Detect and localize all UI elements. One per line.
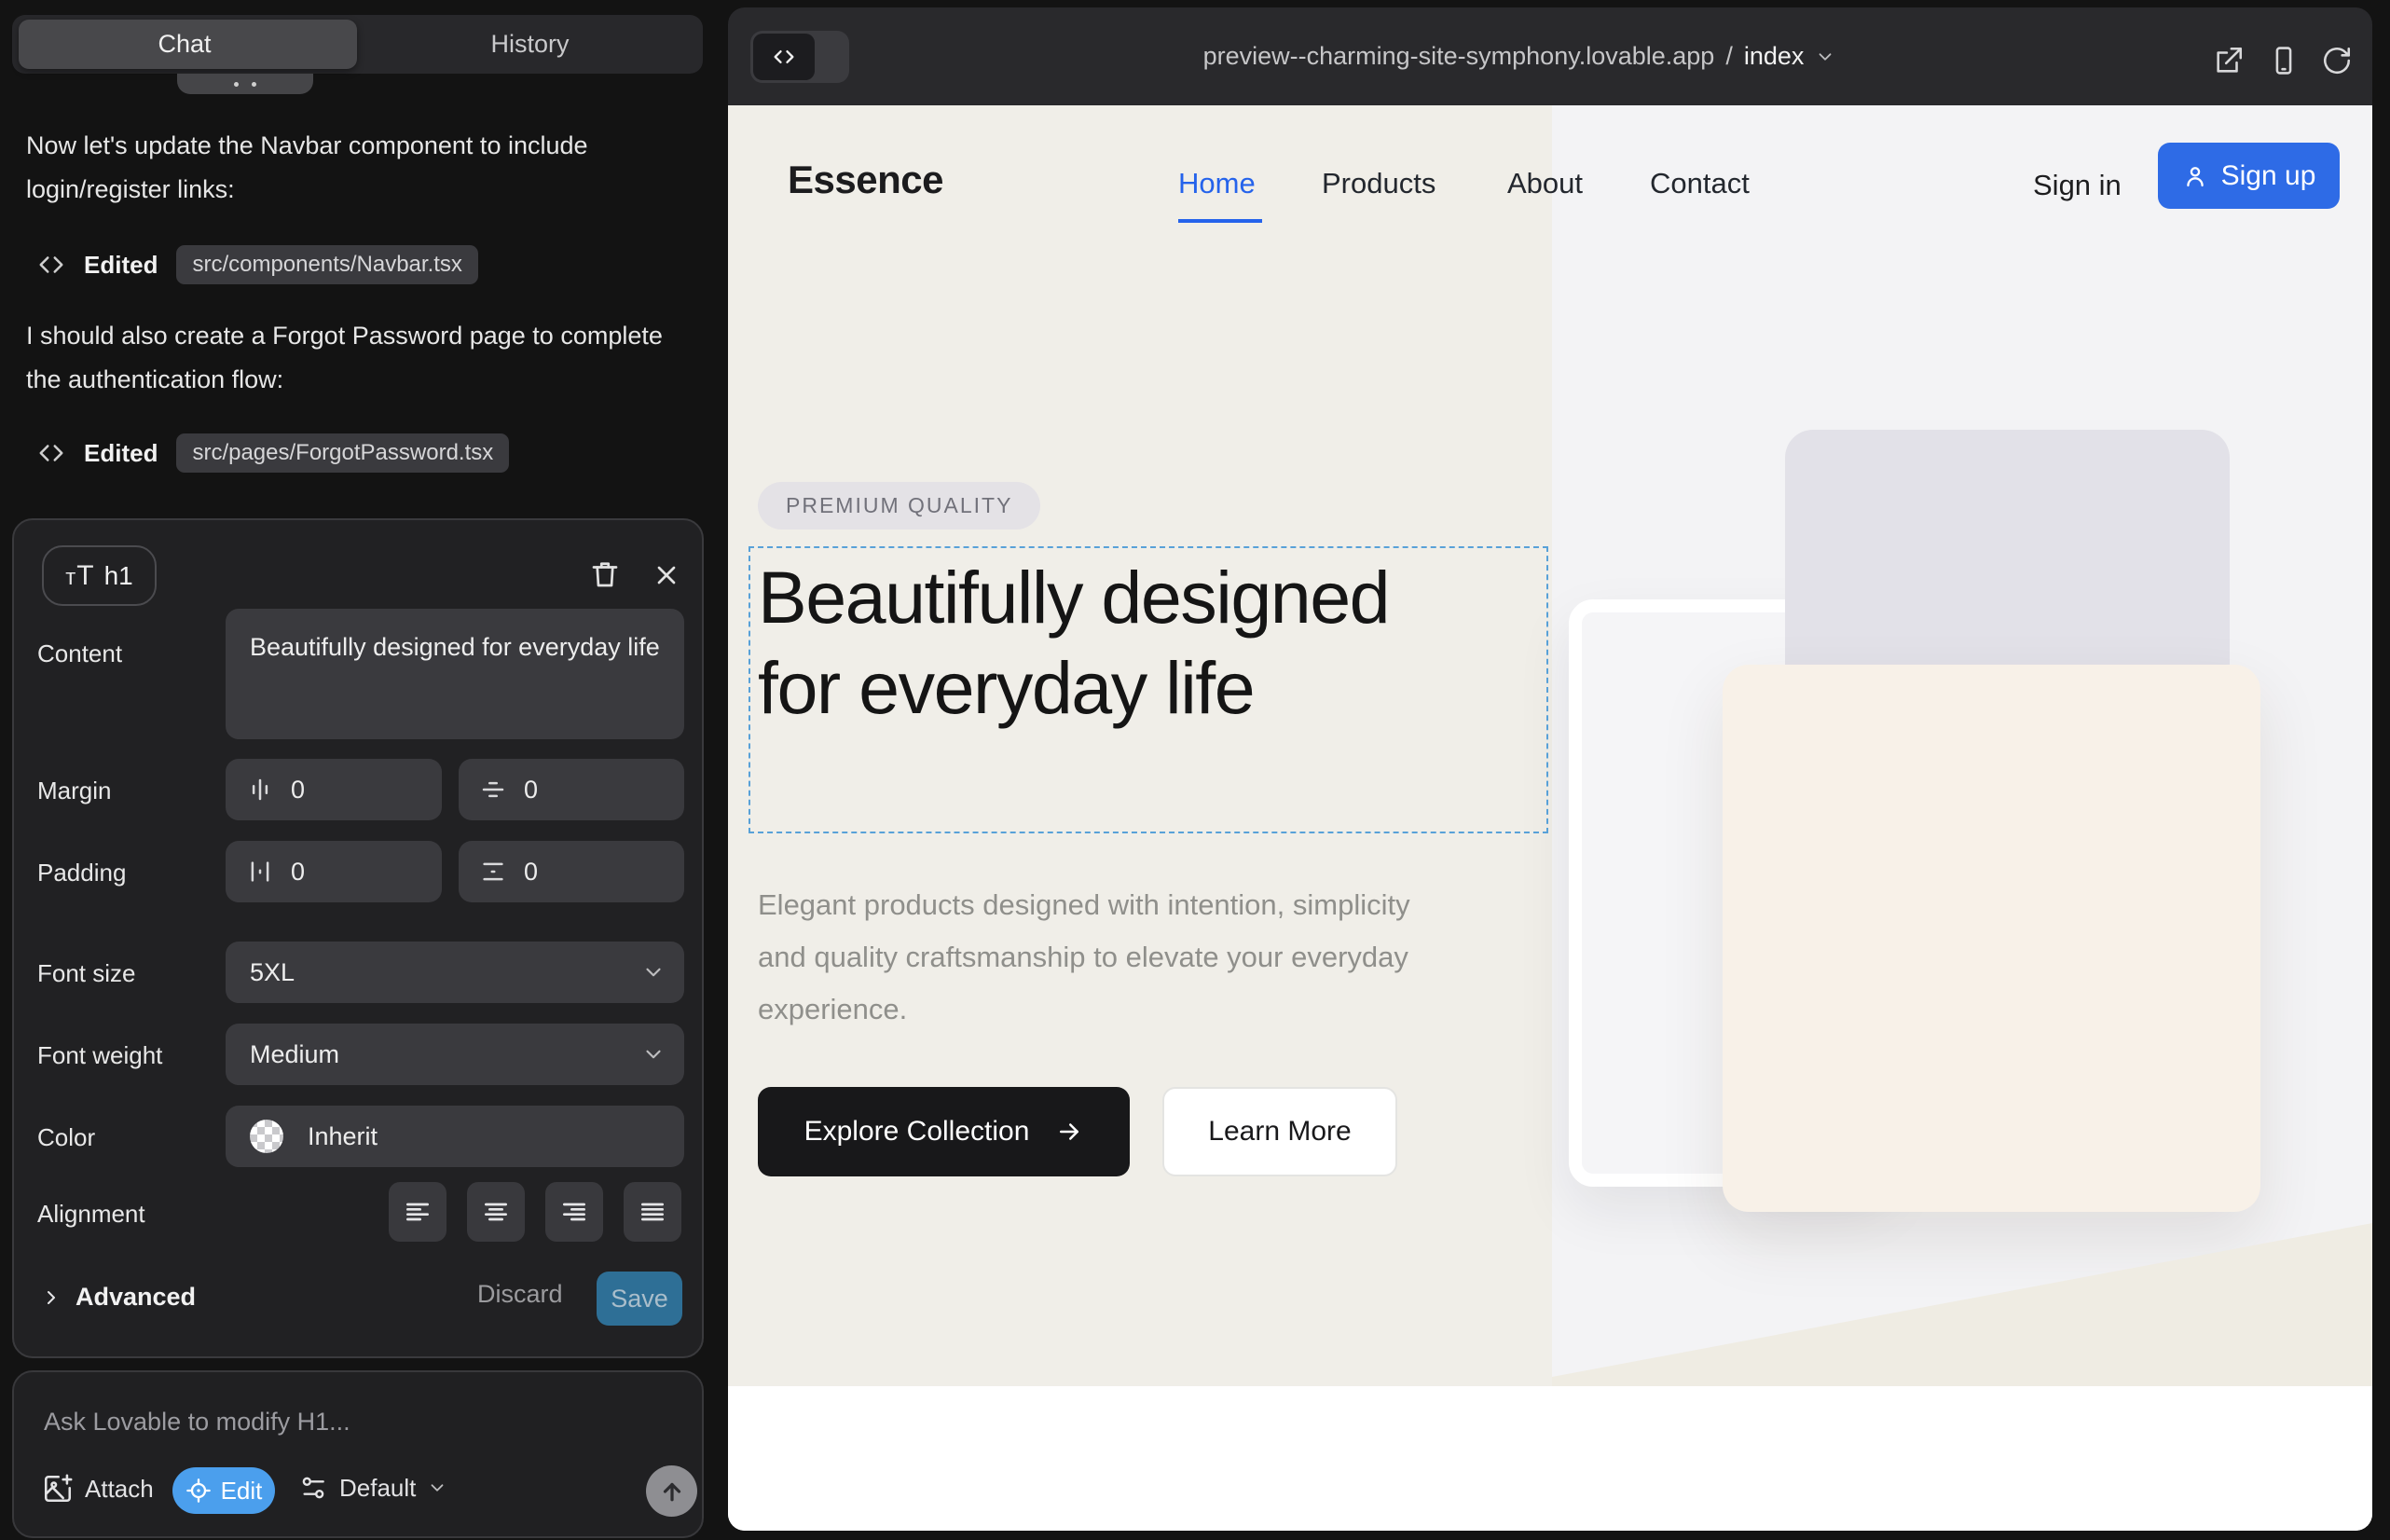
element-tag: h1 [104,561,133,591]
file-chip[interactable]: src/components/Navbar.tsx [176,245,477,284]
arrow-right-icon [1055,1118,1083,1146]
chevron-down-icon [641,1042,666,1066]
padding-x-input[interactable]: 0 [226,841,442,902]
font-weight-label: Font weight [37,1041,162,1070]
hero-heading[interactable]: Beautifully designed for everyday life [758,552,1429,733]
device-preview-button[interactable] [2268,45,2300,76]
sign-up-button[interactable]: Sign up [2158,143,2340,209]
chat-message: Now let's update the Navbar component to… [26,124,682,212]
edited-label: Edited [84,439,158,468]
edit-mode-button[interactable]: Edit [172,1467,275,1514]
align-center-icon [481,1197,511,1227]
scrolled-chip-peek [177,74,313,94]
content-label: Content [37,639,122,668]
mode-selector[interactable]: Default [298,1473,447,1503]
font-weight-select[interactable]: Medium [226,1024,684,1085]
url-bar[interactable]: preview--charming-site-symphony.lovable.… [728,7,2342,105]
chevron-right-icon [40,1286,62,1309]
padding-label: Padding [37,859,126,887]
align-center-button[interactable] [467,1182,525,1242]
align-right-button[interactable] [545,1182,603,1242]
explore-collection-button[interactable]: Explore Collection [758,1087,1130,1176]
save-button[interactable]: Save [597,1272,682,1326]
chevron-down-icon [427,1478,447,1498]
decor-cream-rect [1723,665,2260,1212]
delete-element-button[interactable] [588,557,622,591]
padding-y-input[interactable]: 0 [459,841,684,902]
font-size-label: Font size [37,959,136,988]
prompt-composer: Ask Lovable to modify H1... Attach Edit … [12,1370,704,1538]
font-size-select[interactable]: 5XL [226,942,684,1003]
advanced-toggle[interactable]: Advanced [40,1283,196,1312]
chat-history-tabs: Chat History [12,15,703,74]
nav-active-underline [1178,219,1262,223]
composer-input[interactable]: Ask Lovable to modify H1... [44,1408,350,1437]
nav-products[interactable]: Products [1322,167,1435,200]
chevron-down-icon [1815,47,1835,67]
nav-contact[interactable]: Contact [1650,167,1750,200]
sliders-icon [298,1473,328,1503]
type-icon: ᴛT [65,560,94,592]
close-icon[interactable] [652,560,681,590]
margin-vertical-icon [479,776,507,804]
margin-horizontal-icon [246,776,274,804]
chat-message: I should also create a Forgot Password p… [26,314,682,402]
quality-badge: PREMIUM QUALITY [758,482,1040,529]
site-viewport: Essence Home Products About Contact Sign… [728,105,2372,1531]
align-justify-icon [638,1197,667,1227]
color-label: Color [37,1123,95,1152]
edited-file-row[interactable]: Edited src/pages/ForgotPassword.tsx [37,431,509,475]
app-window: Chat History Now let's update the Navbar… [0,0,2390,1540]
chevron-down-icon [641,960,666,984]
tab-chat[interactable]: Chat [12,15,357,74]
padding-horizontal-icon [246,858,274,886]
edited-file-row[interactable]: Edited src/components/Navbar.tsx [37,242,478,287]
external-link-icon [2213,45,2245,76]
site-logo[interactable]: Essence [788,158,943,202]
tab-history[interactable]: History [357,15,703,74]
send-button[interactable] [646,1465,697,1517]
preview-browser: preview--charming-site-symphony.lovable.… [728,7,2372,1531]
align-justify-button[interactable] [624,1182,681,1242]
url-page[interactable]: index [1744,42,1805,71]
attach-button[interactable]: Attach [42,1473,154,1505]
hero-paragraph: Elegant products designed with intention… [758,879,1410,1036]
transparent-swatch-icon [250,1120,283,1153]
align-left-icon [403,1197,433,1227]
align-left-button[interactable] [389,1182,446,1242]
code-icon [37,251,65,279]
code-icon [37,439,65,467]
align-right-icon [559,1197,589,1227]
nav-about[interactable]: About [1507,167,1583,200]
smartphone-icon [2268,45,2300,76]
padding-vertical-icon [479,858,507,886]
margin-label: Margin [37,777,111,805]
content-input[interactable]: Beautifully designed for everyday life [226,609,684,739]
section-below-hero [728,1386,2372,1531]
open-external-button[interactable] [2213,45,2245,76]
refresh-button[interactable] [2321,45,2353,76]
crosshair-icon [185,1478,212,1504]
nav-home[interactable]: Home [1178,167,1256,200]
alignment-label: Alignment [37,1200,145,1229]
image-plus-icon [42,1473,74,1505]
user-icon [2182,163,2208,189]
url-separator: / [1725,42,1733,71]
color-select[interactable]: Inherit [226,1106,684,1167]
sign-in-link[interactable]: Sign in [2033,169,2122,202]
url-host: preview--charming-site-symphony.lovable.… [1203,42,1715,71]
refresh-icon [2321,45,2353,76]
learn-more-button[interactable]: Learn More [1162,1087,1397,1176]
file-chip[interactable]: src/pages/ForgotPassword.tsx [176,433,509,473]
selected-element-chip[interactable]: ᴛT h1 [42,545,157,606]
arrow-up-icon [658,1478,686,1506]
margin-y-input[interactable]: 0 [459,759,684,820]
edited-label: Edited [84,251,158,280]
element-editor-panel: ᴛT h1 Content Beautifully designed for e… [12,518,704,1358]
discard-button[interactable]: Discard [477,1280,563,1309]
margin-x-input[interactable]: 0 [226,759,442,820]
